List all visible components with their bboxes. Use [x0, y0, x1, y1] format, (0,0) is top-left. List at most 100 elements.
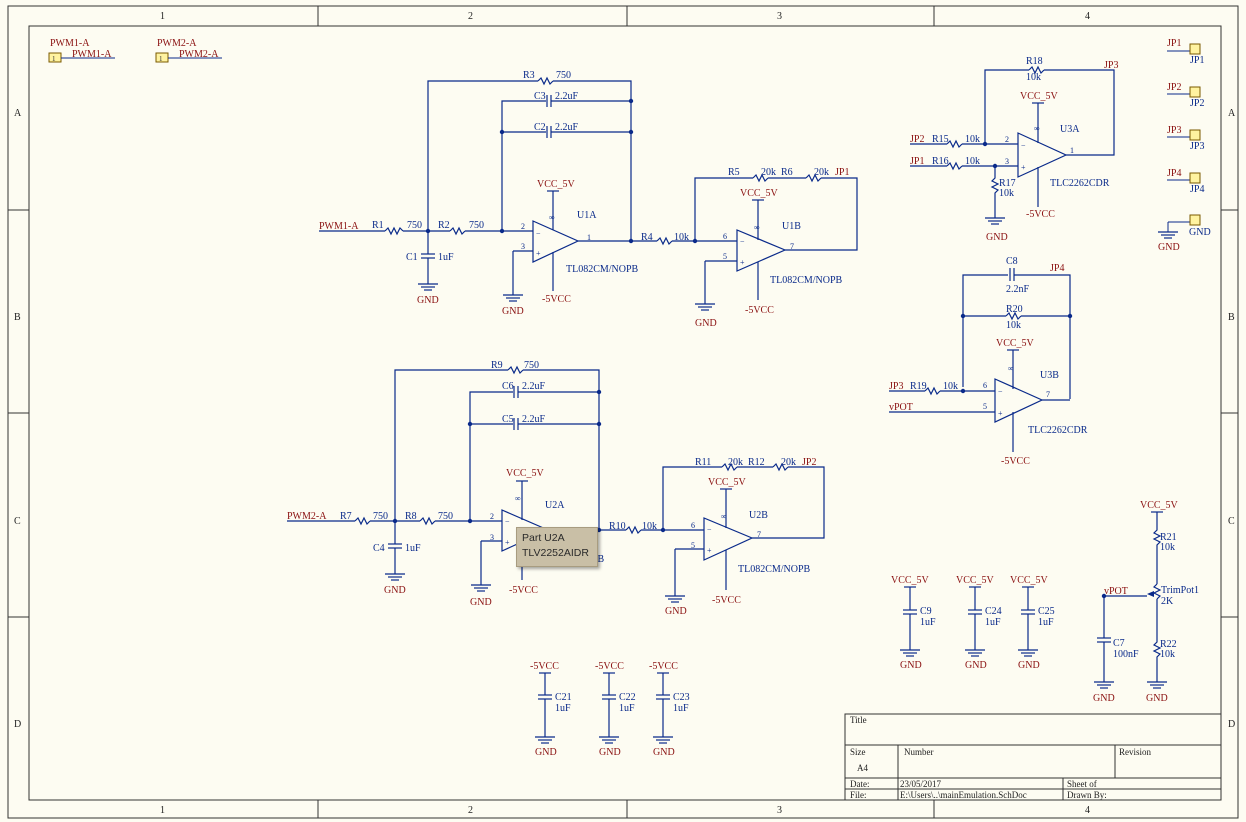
svg-text:C3: C3 — [534, 91, 546, 102]
row-label-a: A — [14, 108, 22, 119]
svg-text:JP2: JP2 — [1190, 98, 1204, 109]
svg-text:1uF: 1uF — [405, 543, 421, 554]
svg-text:GND: GND — [535, 747, 557, 758]
capacitor-c23[interactable]: -5VCC C23 1uF GND — [649, 661, 690, 758]
resistor-r15[interactable]: R15 10k — [932, 134, 980, 149]
resistor-r3[interactable]: R3 750 — [523, 70, 571, 86]
svg-text:VCC_5V: VCC_5V — [537, 179, 576, 190]
capacitor-c24[interactable]: VCC_5V C24 1uF GND — [956, 575, 1002, 671]
header-jp3[interactable]: JP3 JP3 — [1167, 125, 1204, 152]
col-label-3-bottom: 3 — [777, 805, 782, 816]
net-jp4[interactable]: JP4 — [1050, 263, 1064, 274]
header-jp2[interactable]: JP2 JP2 — [1167, 82, 1204, 109]
opamp-u1b[interactable]: − + 6 5 ∞ VCC_5V -5VCC U1B TL082CM/NOPB 7 — [704, 188, 843, 316]
net-jp2[interactable]: JP2 — [802, 457, 816, 468]
svg-text:10k: 10k — [965, 156, 980, 167]
resistor-r21[interactable]: R21 10k — [1152, 512, 1177, 584]
svg-text:TLC2262CDR: TLC2262CDR — [1050, 178, 1110, 189]
gnd-symbol-u2a: GND — [470, 584, 492, 608]
capacitor-c1[interactable]: C1 1uF — [406, 231, 454, 284]
resistor-r20[interactable]: R20 10k — [1005, 304, 1023, 331]
capacitor-c3[interactable]: C3 2.2uF — [534, 91, 579, 107]
svg-text:1uF: 1uF — [438, 252, 454, 263]
resistor-r9[interactable]: R9 750 — [491, 360, 539, 375]
svg-text:5: 5 — [691, 541, 695, 550]
svg-text:R6: R6 — [781, 167, 793, 178]
net-jp1[interactable]: JP1 — [835, 167, 849, 178]
gnd-symbol-u2b: GND — [665, 595, 687, 617]
resistor-r7[interactable]: R7 750 — [340, 511, 388, 526]
trimpot-1[interactable]: TrimPot1 2K — [1147, 583, 1199, 607]
svg-text:∞: ∞ — [721, 512, 727, 521]
capacitor-c5[interactable]: C5 2.2uF — [502, 414, 546, 430]
resistor-r10[interactable]: R10 10k — [609, 521, 657, 535]
schematic-canvas[interactable]: 1 2 3 4 1 2 3 4 A B C D A B C D PWM1-A 1… — [0, 0, 1246, 822]
sheet-label: Sheet of — [1067, 779, 1097, 789]
gnd-symbol-c7: GND — [1093, 681, 1115, 704]
port-pwm1[interactable]: PWM1-A 1 PWM1-A — [48, 38, 115, 63]
net-pwm1-label[interactable]: PWM1-A — [319, 221, 359, 232]
resistor-r1[interactable]: R1 750 — [372, 220, 422, 236]
svg-text:3: 3 — [521, 242, 525, 251]
net-vpot-in[interactable]: vPOT — [889, 402, 913, 413]
capacitor-c21[interactable]: -5VCC C21 1uF GND — [530, 661, 572, 758]
net-jp1-in[interactable]: JP1 — [910, 156, 924, 167]
svg-text:750: 750 — [407, 220, 422, 231]
svg-text:JP3: JP3 — [1190, 141, 1204, 152]
net-jp3-u3a[interactable]: JP3 — [1104, 60, 1118, 71]
part-tooltip: Part U2A TLV2252AIDR — [516, 527, 598, 567]
net-pwm2-label[interactable]: PWM2-A — [287, 511, 327, 522]
header-gnd[interactable]: GND GND — [1158, 214, 1211, 253]
svg-text:∞: ∞ — [754, 223, 760, 232]
svg-text:−: − — [998, 387, 1003, 396]
resistor-r6[interactable]: R6 20k — [781, 167, 829, 183]
svg-text:1uF: 1uF — [985, 617, 1001, 628]
resistor-r18[interactable]: R18 10k — [1026, 56, 1045, 83]
svg-text:2.2uF: 2.2uF — [522, 414, 546, 425]
header-jp4[interactable]: JP4 JP4 — [1167, 168, 1204, 195]
port-pwm2[interactable]: PWM2-A 1 PWM2-A — [155, 38, 222, 63]
capacitor-c22[interactable]: -5VCC C22 1uF GND — [595, 661, 636, 758]
svg-text:C22: C22 — [619, 692, 636, 703]
svg-text:1uF: 1uF — [619, 703, 635, 714]
resistor-r22[interactable]: R22 10k — [1152, 599, 1177, 682]
gnd-symbol-c1: GND — [417, 283, 439, 306]
resistor-r5[interactable]: R5 20k — [728, 167, 776, 183]
resistor-r11[interactable]: R11 20k — [695, 457, 743, 472]
svg-text:GND: GND — [1018, 660, 1040, 671]
resistor-r4[interactable]: R4 10k — [641, 232, 689, 246]
svg-text:GND: GND — [965, 660, 987, 671]
svg-text:U3A: U3A — [1060, 124, 1080, 135]
svg-text:TLC2262CDR: TLC2262CDR — [1028, 425, 1088, 436]
capacitor-c4[interactable]: C4 1uF — [373, 521, 421, 574]
capacitor-c2[interactable]: C2 2.2uF — [534, 122, 579, 138]
svg-text:750: 750 — [373, 511, 388, 522]
svg-text:VCC_5V: VCC_5V — [956, 575, 995, 586]
capacitor-c6[interactable]: C6 2.2uF — [502, 381, 546, 398]
resistor-r19[interactable]: R19 10k — [910, 381, 958, 396]
opamp-u3b[interactable]: − + 6 5 ∞ VCC_5V -5VCC U3B TLC2262CDR 7 — [983, 338, 1088, 467]
resistor-r12[interactable]: R12 20k — [748, 457, 796, 472]
svg-text:GND: GND — [1158, 242, 1180, 253]
resistor-r2[interactable]: R2 750 — [438, 220, 484, 236]
resistor-r8[interactable]: R8 750 — [405, 511, 453, 526]
header-jp1[interactable]: JP1 JP1 — [1167, 38, 1204, 66]
resistor-r16[interactable]: R16 10k — [932, 156, 980, 171]
svg-text:10k: 10k — [943, 381, 958, 392]
capacitor-c7[interactable]: C7 100nF — [1097, 596, 1139, 682]
svg-text:-5VCC: -5VCC — [1001, 456, 1030, 467]
vcc-trimpot: VCC_5V — [1140, 500, 1179, 511]
net-jp3-in[interactable]: JP3 — [889, 381, 903, 392]
capacitor-c25[interactable]: VCC_5V C25 1uF GND — [1010, 575, 1055, 671]
opamp-u1a[interactable]: −+ 23 ∞ VCC_5V -5VCC U1A TL082CM/NOPB 1 — [512, 179, 639, 305]
svg-text:+: + — [536, 249, 541, 258]
svg-text:1uF: 1uF — [1038, 617, 1054, 628]
svg-text:C2: C2 — [534, 122, 546, 133]
svg-text:R4: R4 — [641, 232, 653, 243]
net-jp2-in[interactable]: JP2 — [910, 134, 924, 145]
opamp-u2b[interactable]: − + 6 5 ∞ VCC_5V -5VCC U2B TL082CM/NOPB 7 — [674, 477, 811, 606]
net-vpot[interactable]: vPOT — [1104, 586, 1128, 597]
svg-text:−: − — [505, 517, 510, 526]
capacitor-c9[interactable]: VCC_5V C9 1uF GND — [891, 575, 936, 671]
resistor-r17[interactable]: R17 10k — [990, 166, 1016, 218]
